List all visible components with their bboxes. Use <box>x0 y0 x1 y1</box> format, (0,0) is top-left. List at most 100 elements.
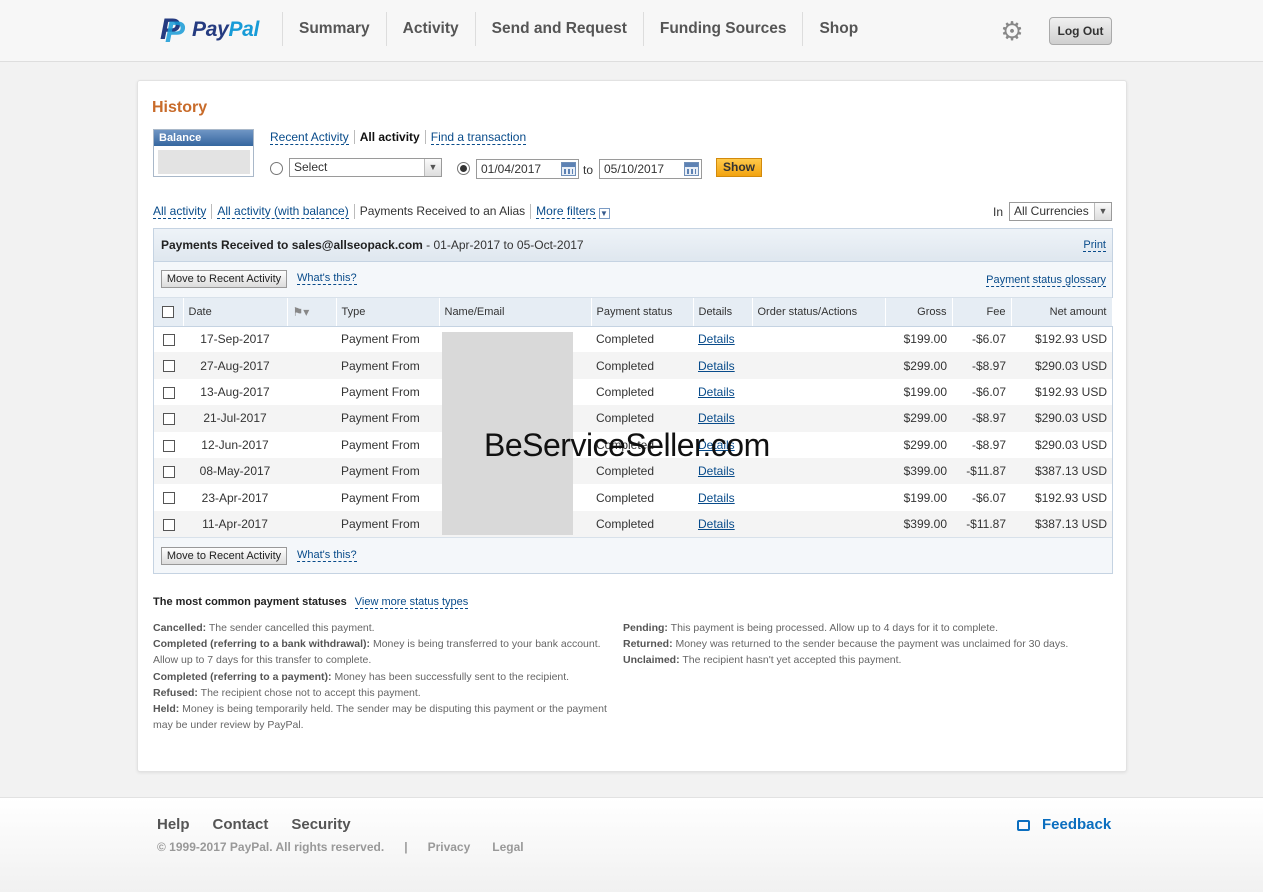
row-status: Completed <box>591 510 693 538</box>
row-details-cell[interactable]: Details <box>693 510 752 538</box>
nav-send-and-request[interactable]: Send and Request <box>474 12 643 46</box>
tab-all-activity[interactable]: All activity <box>355 130 426 144</box>
show-button[interactable]: Show <box>716 158 762 177</box>
view-more-status-link[interactable]: View more status types <box>354 596 469 609</box>
filter-all-activity-label[interactable]: All activity <box>153 204 207 219</box>
row-details-link[interactable]: Details <box>698 517 735 531</box>
row-checkbox-cell[interactable] <box>154 510 183 538</box>
row-checkbox[interactable] <box>162 518 175 531</box>
header-payment-status[interactable]: Payment status <box>591 298 694 327</box>
row-flag <box>287 405 336 432</box>
filter-more-label[interactable]: More filters <box>536 204 596 219</box>
tab-recent-activity[interactable]: Recent Activity <box>270 130 355 145</box>
row-checkbox-cell[interactable] <box>154 379 183 405</box>
row-checkbox-cell[interactable] <box>154 457 183 485</box>
nav-activity[interactable]: Activity <box>385 12 475 46</box>
filter-all-activity-balance[interactable]: All activity (with balance) <box>212 204 355 219</box>
row-checkbox[interactable] <box>162 334 175 347</box>
header-type[interactable]: Type <box>336 298 440 327</box>
row-fee: -$6.07 <box>971 332 1006 347</box>
nav-funding-sources[interactable]: Funding Sources <box>642 12 803 46</box>
row-flag <box>287 432 336 458</box>
row-fee: -$8.97 <box>952 405 1011 432</box>
row-checkbox-cell[interactable] <box>154 484 183 510</box>
payment-status-glossary-link[interactable]: Payment status glossary <box>986 274 1106 287</box>
feedback-button[interactable]: Feedback <box>1017 816 1111 833</box>
chevron-down-icon[interactable]: ▼ <box>598 208 610 219</box>
row-date: 12-Jun-2017 <box>201 437 269 452</box>
row-checkbox[interactable] <box>162 360 175 373</box>
whats-this-link[interactable]: What's this? <box>297 549 357 562</box>
radio-preset-range[interactable] <box>270 162 283 175</box>
row-type: Payment From <box>341 437 420 452</box>
row-details-link[interactable]: Details <box>698 385 735 399</box>
header-name-email[interactable]: Name/Email <box>439 298 592 327</box>
date-to-field[interactable]: 05/10/2017 <box>599 159 702 179</box>
footer-contact-link[interactable]: Contact <box>213 816 269 833</box>
currency-select[interactable]: All Currencies ▼ <box>1009 202 1112 221</box>
calendar-icon[interactable] <box>684 162 699 176</box>
row-date: 23-Apr-2017 <box>201 490 269 505</box>
filter-all-activity-balance-label[interactable]: All activity (with balance) <box>217 204 349 219</box>
row-checkbox-cell[interactable] <box>154 432 183 458</box>
header-fee[interactable]: Fee <box>952 298 1012 327</box>
status-key: Cancelled: <box>153 622 207 634</box>
range-select[interactable]: Select ▼ <box>289 158 442 177</box>
header-date[interactable]: Date <box>183 298 288 327</box>
row-gross: $299.00 <box>885 352 952 379</box>
footer-privacy-link[interactable]: Privacy <box>428 840 471 854</box>
row-checkbox[interactable] <box>162 439 175 452</box>
gear-icon[interactable]: ⚙ <box>999 18 1025 44</box>
panel-title-alias: Payments Received to sales@allseopack.co… <box>161 238 423 252</box>
row-details-link[interactable]: Details <box>698 359 735 373</box>
row-details-cell[interactable]: Details <box>693 326 752 352</box>
status-returned: Returned: Money was returned to the send… <box>623 636 1073 652</box>
table-row: 27-Aug-2017 Payment From Completed Detai… <box>154 352 1112 379</box>
row-checkbox-cell[interactable] <box>154 405 183 432</box>
print-link[interactable]: Print <box>1083 239 1106 252</box>
row-details-cell[interactable]: Details <box>693 484 752 510</box>
header-flag[interactable]: ⚑▾ <box>287 298 337 327</box>
footer-security-link[interactable]: Security <box>291 816 350 833</box>
paypal-logo[interactable]: P P PayPal <box>160 14 259 48</box>
log-out-button[interactable]: Log Out <box>1049 17 1112 45</box>
date-from-field[interactable]: 01/04/2017 <box>476 159 579 179</box>
header-gross[interactable]: Gross <box>885 298 953 327</box>
row-net: $290.03 USD <box>1034 437 1107 452</box>
row-details-cell[interactable]: Details <box>693 352 752 379</box>
footer-help-link[interactable]: Help <box>157 816 190 833</box>
row-details-link[interactable]: Details <box>698 332 735 346</box>
row-details-link[interactable]: Details <box>698 464 735 478</box>
row-checkbox-cell[interactable] <box>154 352 183 379</box>
tab-find-transaction[interactable]: Find a transaction <box>426 130 531 145</box>
tab-recent-activity-label[interactable]: Recent Activity <box>270 130 349 145</box>
calendar-icon[interactable] <box>561 162 576 176</box>
row-details-cell[interactable]: Details <box>693 379 752 405</box>
row-fee: -$6.07 <box>971 490 1006 505</box>
row-checkbox-cell[interactable] <box>154 326 183 352</box>
filter-all-activity[interactable]: All activity <box>153 204 213 219</box>
select-all-checkbox[interactable] <box>162 305 175 318</box>
row-details-link[interactable]: Details <box>698 491 735 505</box>
table-row: 23-Apr-2017 Payment From Completed Detai… <box>154 484 1112 510</box>
radio-custom-range[interactable] <box>457 162 470 175</box>
header-select-all[interactable] <box>154 298 184 327</box>
row-details-link[interactable]: Details <box>698 411 735 425</box>
header-net-amount[interactable]: Net amount <box>1011 298 1113 327</box>
tab-find-transaction-label[interactable]: Find a transaction <box>430 130 527 145</box>
move-to-recent-button[interactable]: Move to Recent Activity <box>161 547 287 565</box>
filter-more[interactable]: More filters ▼ <box>531 204 614 219</box>
row-checkbox[interactable] <box>162 386 175 399</box>
row-checkbox[interactable] <box>162 413 175 426</box>
row-order-status <box>752 432 885 458</box>
whats-this-link[interactable]: What's this? <box>297 272 357 285</box>
row-checkbox[interactable] <box>162 492 175 505</box>
flag-icon[interactable]: ⚑▾ <box>293 305 310 319</box>
footer-legal-link[interactable]: Legal <box>492 840 523 854</box>
row-checkbox[interactable] <box>162 465 175 478</box>
nav-summary[interactable]: Summary <box>282 12 386 46</box>
chevron-down-icon[interactable]: ▼ <box>424 159 441 176</box>
chevron-down-icon[interactable]: ▼ <box>1094 203 1111 220</box>
nav-shop[interactable]: Shop <box>802 12 874 46</box>
move-to-recent-button[interactable]: Move to Recent Activity <box>161 270 287 288</box>
